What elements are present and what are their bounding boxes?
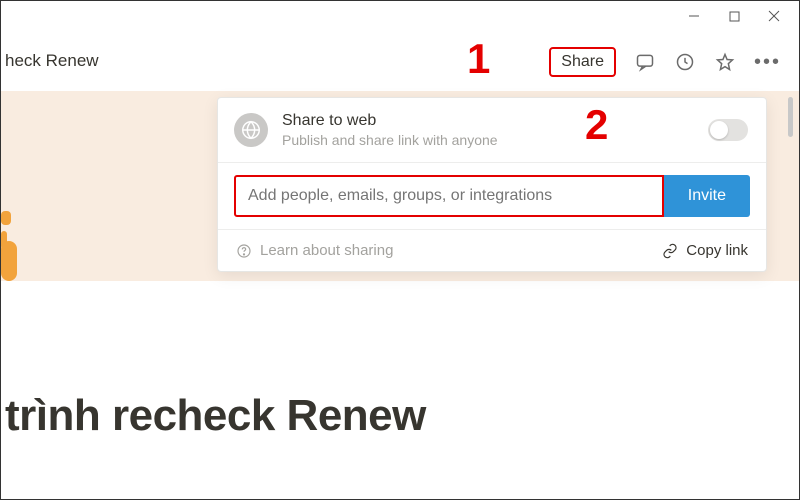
link-icon bbox=[662, 243, 678, 259]
share-panel: Share to web Publish and share link with… bbox=[217, 97, 767, 272]
more-menu-icon[interactable]: ••• bbox=[754, 51, 781, 74]
page-emoji-icon bbox=[1, 211, 25, 291]
window-controls bbox=[687, 9, 781, 23]
breadcrumb[interactable]: heck Renew bbox=[5, 51, 99, 71]
share-to-web-toggle[interactable] bbox=[708, 119, 748, 141]
copy-link-label: Copy link bbox=[686, 242, 748, 259]
app-frame: heck Renew Share ••• trình recheck Renew… bbox=[0, 0, 800, 500]
help-icon bbox=[236, 243, 252, 259]
copy-link-button[interactable]: Copy link bbox=[662, 242, 748, 259]
scrollbar-thumb[interactable] bbox=[788, 97, 793, 137]
invite-button[interactable]: Invite bbox=[664, 175, 750, 217]
page-title[interactable]: trình recheck Renew bbox=[5, 391, 426, 441]
share-to-web-text: Share to web Publish and share link with… bbox=[282, 112, 708, 148]
comments-icon[interactable] bbox=[634, 51, 656, 73]
favorite-star-icon[interactable] bbox=[714, 51, 736, 73]
learn-label: Learn about sharing bbox=[260, 242, 393, 259]
window-close-icon[interactable] bbox=[767, 9, 781, 23]
invite-input[interactable] bbox=[234, 175, 664, 217]
learn-about-sharing-link[interactable]: Learn about sharing bbox=[236, 242, 393, 259]
globe-icon bbox=[234, 113, 268, 147]
updates-clock-icon[interactable] bbox=[674, 51, 696, 73]
annotation-1: 1 bbox=[467, 35, 490, 83]
topbar-actions: Share ••• bbox=[549, 47, 781, 77]
invite-row: Invite bbox=[218, 163, 766, 230]
annotation-2: 2 bbox=[585, 101, 608, 149]
share-to-web-title: Share to web bbox=[282, 112, 708, 130]
window-maximize-icon[interactable] bbox=[727, 9, 741, 23]
share-button[interactable]: Share bbox=[549, 47, 616, 77]
window-minimize-icon[interactable] bbox=[687, 9, 701, 23]
share-to-web-row: Share to web Publish and share link with… bbox=[218, 98, 766, 163]
share-to-web-subtitle: Publish and share link with anyone bbox=[282, 132, 708, 148]
share-footer-row: Learn about sharing Copy link bbox=[218, 230, 766, 271]
